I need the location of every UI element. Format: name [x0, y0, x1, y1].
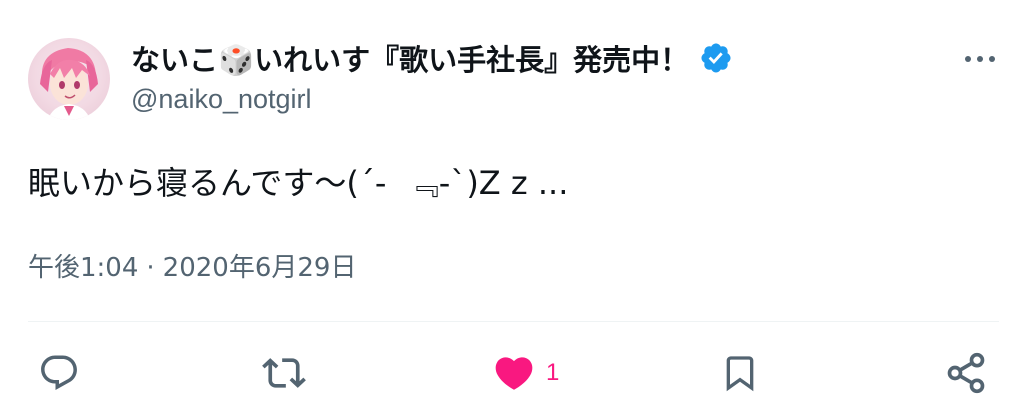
- display-name[interactable]: ないこ🎲いれいす『歌い手社長』発売中！: [131, 37, 689, 79]
- avatar[interactable]: [28, 38, 110, 120]
- share-icon: [944, 351, 988, 395]
- retweet-icon: [262, 351, 306, 395]
- bookmark-button[interactable]: [720, 345, 760, 401]
- bookmark-icon: [720, 353, 760, 393]
- user-handle[interactable]: @naiko_notgirl: [131, 84, 312, 115]
- like-count: 1: [546, 359, 560, 386]
- more-options-icon[interactable]: [960, 45, 1000, 73]
- retweet-button[interactable]: [262, 345, 306, 401]
- action-bar: 1: [0, 345, 1035, 401]
- tweet-card[interactable]: ないこ🎲いれいす『歌い手社長』発売中！ @naiko_notgirl 眠いから寝…: [0, 0, 1035, 409]
- verified-badge-icon: [699, 41, 733, 75]
- name-row: ないこ🎲いれいす『歌い手社長』発売中！: [131, 36, 733, 80]
- like-button[interactable]: 1: [492, 345, 559, 401]
- tweet-timestamp[interactable]: 午後1:04 · 2020年6月29日: [28, 247, 356, 284]
- tweet-date: 2020年6月29日: [162, 253, 357, 283]
- reply-button[interactable]: [38, 345, 80, 401]
- tweet-text: 眠いから寝るんです〜(´- ﻿ ﹃-`)Z z ...: [28, 164, 569, 202]
- tweet-time: 午後1:04: [28, 253, 139, 283]
- divider: [28, 321, 999, 322]
- reply-icon: [38, 352, 80, 394]
- heart-icon: [492, 351, 536, 395]
- share-button[interactable]: [944, 345, 988, 401]
- meta-separator: ·: [146, 253, 155, 283]
